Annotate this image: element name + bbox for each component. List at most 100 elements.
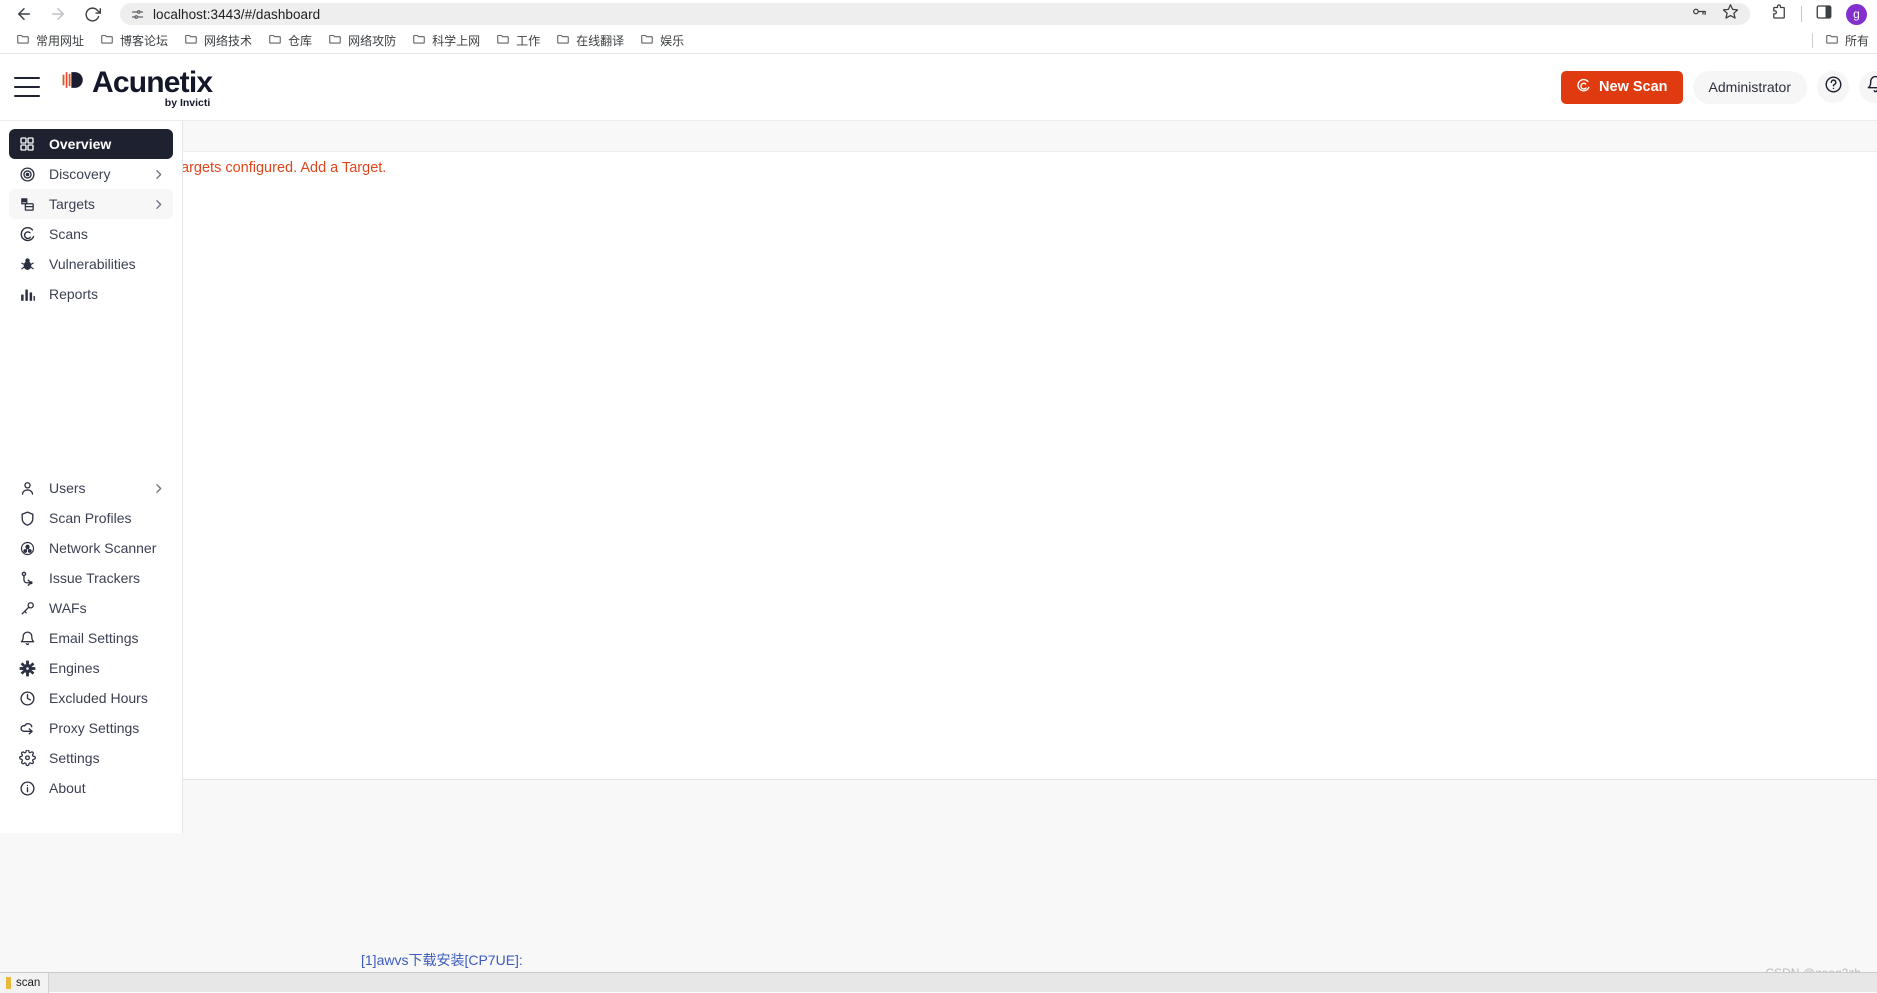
sidebar-item-proxy-settings[interactable]: Proxy Settings bbox=[9, 713, 173, 743]
bookmark-folder-all[interactable]: 所有 bbox=[1817, 30, 1877, 51]
header-actions: New Scan Administrator bbox=[1561, 71, 1877, 104]
chevron-right-icon bbox=[152, 198, 165, 211]
folder-icon bbox=[100, 32, 114, 49]
bookmark-folder-8[interactable]: 娱乐 bbox=[632, 30, 692, 51]
sidebar-item-label: Targets bbox=[49, 196, 95, 212]
shield-icon bbox=[18, 509, 36, 527]
background-link-text[interactable]: [1]awvs下载安装[CP7UE]: bbox=[361, 950, 523, 970]
bell-icon bbox=[18, 629, 36, 647]
chevron-right-icon bbox=[152, 482, 165, 495]
new-scan-label: New Scan bbox=[1599, 79, 1668, 95]
url-text: localhost:3443/#/dashboard bbox=[153, 7, 320, 22]
bookmark-label: 所有 bbox=[1845, 32, 1869, 49]
extensions-puzzle-icon[interactable] bbox=[1770, 3, 1788, 26]
sidebar-item-label: Vulnerabilities bbox=[49, 256, 136, 272]
acunetix-logo-icon bbox=[60, 66, 88, 99]
back-button[interactable] bbox=[10, 0, 38, 28]
side-panel-icon[interactable] bbox=[1815, 3, 1833, 26]
bookmark-star-icon[interactable] bbox=[1722, 3, 1739, 25]
user-menu[interactable]: Administrator bbox=[1693, 71, 1807, 104]
folder-icon bbox=[268, 32, 282, 49]
sidebar-item-reports[interactable]: Reports bbox=[9, 279, 173, 309]
app-body: Overview Discovery Targets Scans bbox=[0, 121, 1877, 833]
chevron-right-icon bbox=[152, 168, 165, 181]
back-arrow-icon bbox=[15, 5, 33, 23]
bookmarks-overflow[interactable]: 所有 bbox=[1812, 30, 1877, 51]
logo-tagline: by Invicti bbox=[165, 97, 211, 109]
sidebar-item-about[interactable]: About bbox=[9, 773, 173, 803]
sidebar-item-label: Issue Trackers bbox=[49, 570, 140, 586]
proxy-cloud-icon bbox=[18, 719, 36, 737]
bookmarks-divider bbox=[1812, 33, 1813, 48]
sidebar-item-overview[interactable]: Overview bbox=[9, 129, 173, 159]
profile-avatar[interactable]: g bbox=[1846, 4, 1867, 25]
sidebar-item-excluded-hours[interactable]: Excluded Hours bbox=[9, 683, 173, 713]
folder-icon bbox=[1825, 32, 1839, 49]
no-targets-alert[interactable]: There are no Targets configured. Add a T… bbox=[183, 160, 386, 176]
folder-icon bbox=[412, 32, 426, 49]
sidebar-item-label: Scans bbox=[49, 226, 88, 242]
bookmark-folder-1[interactable]: 博客论坛 bbox=[92, 30, 176, 51]
sidebar-item-engines[interactable]: Engines bbox=[9, 653, 173, 683]
sidebar-spacer bbox=[0, 309, 182, 473]
sidebar-item-issue-trackers[interactable]: Issue Trackers bbox=[9, 563, 173, 593]
sidebar-item-label: Engines bbox=[49, 660, 100, 676]
password-key-icon[interactable] bbox=[1691, 3, 1708, 25]
site-settings-icon[interactable] bbox=[128, 5, 146, 23]
sidebar-item-network-scanner[interactable]: Network Scanner bbox=[9, 533, 173, 563]
sidebar-item-label: Excluded Hours bbox=[49, 690, 148, 706]
acunetix-logo[interactable]: Acunetix by Invicti bbox=[60, 66, 212, 109]
sidebar-item-users[interactable]: Users bbox=[9, 473, 173, 503]
folder-icon bbox=[184, 32, 198, 49]
bug-icon bbox=[18, 255, 36, 273]
address-bar[interactable]: localhost:3443/#/dashboard bbox=[120, 3, 1750, 25]
content-topbar bbox=[183, 121, 1877, 152]
sidebar-item-email-settings[interactable]: Email Settings bbox=[9, 623, 173, 653]
forward-arrow-icon bbox=[49, 5, 67, 23]
sidebar: Overview Discovery Targets Scans bbox=[0, 121, 183, 833]
sidebar-item-discovery[interactable]: Discovery bbox=[9, 159, 173, 189]
bookmark-label: 娱乐 bbox=[660, 32, 684, 49]
user-icon bbox=[18, 479, 36, 497]
sidebar-item-scans[interactable]: Scans bbox=[9, 219, 173, 249]
sidebar-item-label: WAFs bbox=[49, 600, 87, 616]
engine-gear-icon bbox=[18, 659, 36, 677]
bookmark-label: 在线翻译 bbox=[576, 32, 624, 49]
help-button[interactable] bbox=[1817, 71, 1849, 103]
bookmark-folder-6[interactable]: 工作 bbox=[488, 30, 548, 51]
bookmark-folder-3[interactable]: 仓库 bbox=[260, 30, 320, 51]
notifications-button[interactable] bbox=[1859, 71, 1877, 103]
bookmark-label: 仓库 bbox=[288, 32, 312, 49]
reload-button[interactable] bbox=[78, 0, 106, 28]
bookmark-folder-2[interactable]: 网络技术 bbox=[176, 30, 260, 51]
forward-button[interactable] bbox=[44, 0, 72, 28]
taskbar-item-scan[interactable]: scan bbox=[0, 973, 49, 993]
targets-stack-icon bbox=[18, 195, 36, 213]
sidebar-item-settings[interactable]: Settings bbox=[9, 743, 173, 773]
bookmark-label: 博客论坛 bbox=[120, 32, 168, 49]
bookmark-label: 工作 bbox=[516, 32, 540, 49]
clock-icon bbox=[18, 689, 36, 707]
taskbar-item-label: scan bbox=[16, 977, 40, 989]
grid-overview-icon bbox=[18, 135, 36, 153]
bookmark-folder-5[interactable]: 科学上网 bbox=[404, 30, 488, 51]
bookmark-folder-4[interactable]: 网络攻防 bbox=[320, 30, 404, 51]
network-scanner-icon bbox=[18, 539, 36, 557]
folder-icon bbox=[16, 32, 30, 49]
sidebar-item-label: Users bbox=[49, 480, 86, 496]
browser-toolbar: localhost:3443/#/dashboard g bbox=[0, 0, 1877, 28]
sidebar-item-targets[interactable]: Targets bbox=[9, 189, 173, 219]
bookmark-folder-7[interactable]: 在线翻译 bbox=[548, 30, 632, 51]
sidebar-item-wafs[interactable]: WAFs bbox=[9, 593, 173, 623]
bookmark-folder-0[interactable]: 常用网址 bbox=[8, 30, 92, 51]
folder-icon bbox=[496, 32, 510, 49]
help-circle-icon bbox=[1824, 75, 1843, 99]
sidebar-item-vulnerabilities[interactable]: Vulnerabilities bbox=[9, 249, 173, 279]
bookmarks-bar: 常用网址 博客论坛 网络技术 仓库 网络攻防 科学上网 工作 在线翻译 娱乐 所… bbox=[0, 28, 1877, 54]
new-scan-button[interactable]: New Scan bbox=[1561, 71, 1683, 104]
hamburger-menu-icon[interactable] bbox=[14, 77, 40, 97]
bookmark-label: 网络技术 bbox=[204, 32, 252, 49]
sidebar-item-scan-profiles[interactable]: Scan Profiles bbox=[9, 503, 173, 533]
sidebar-item-label: Proxy Settings bbox=[49, 720, 139, 736]
sidebar-item-label: Reports bbox=[49, 286, 98, 302]
